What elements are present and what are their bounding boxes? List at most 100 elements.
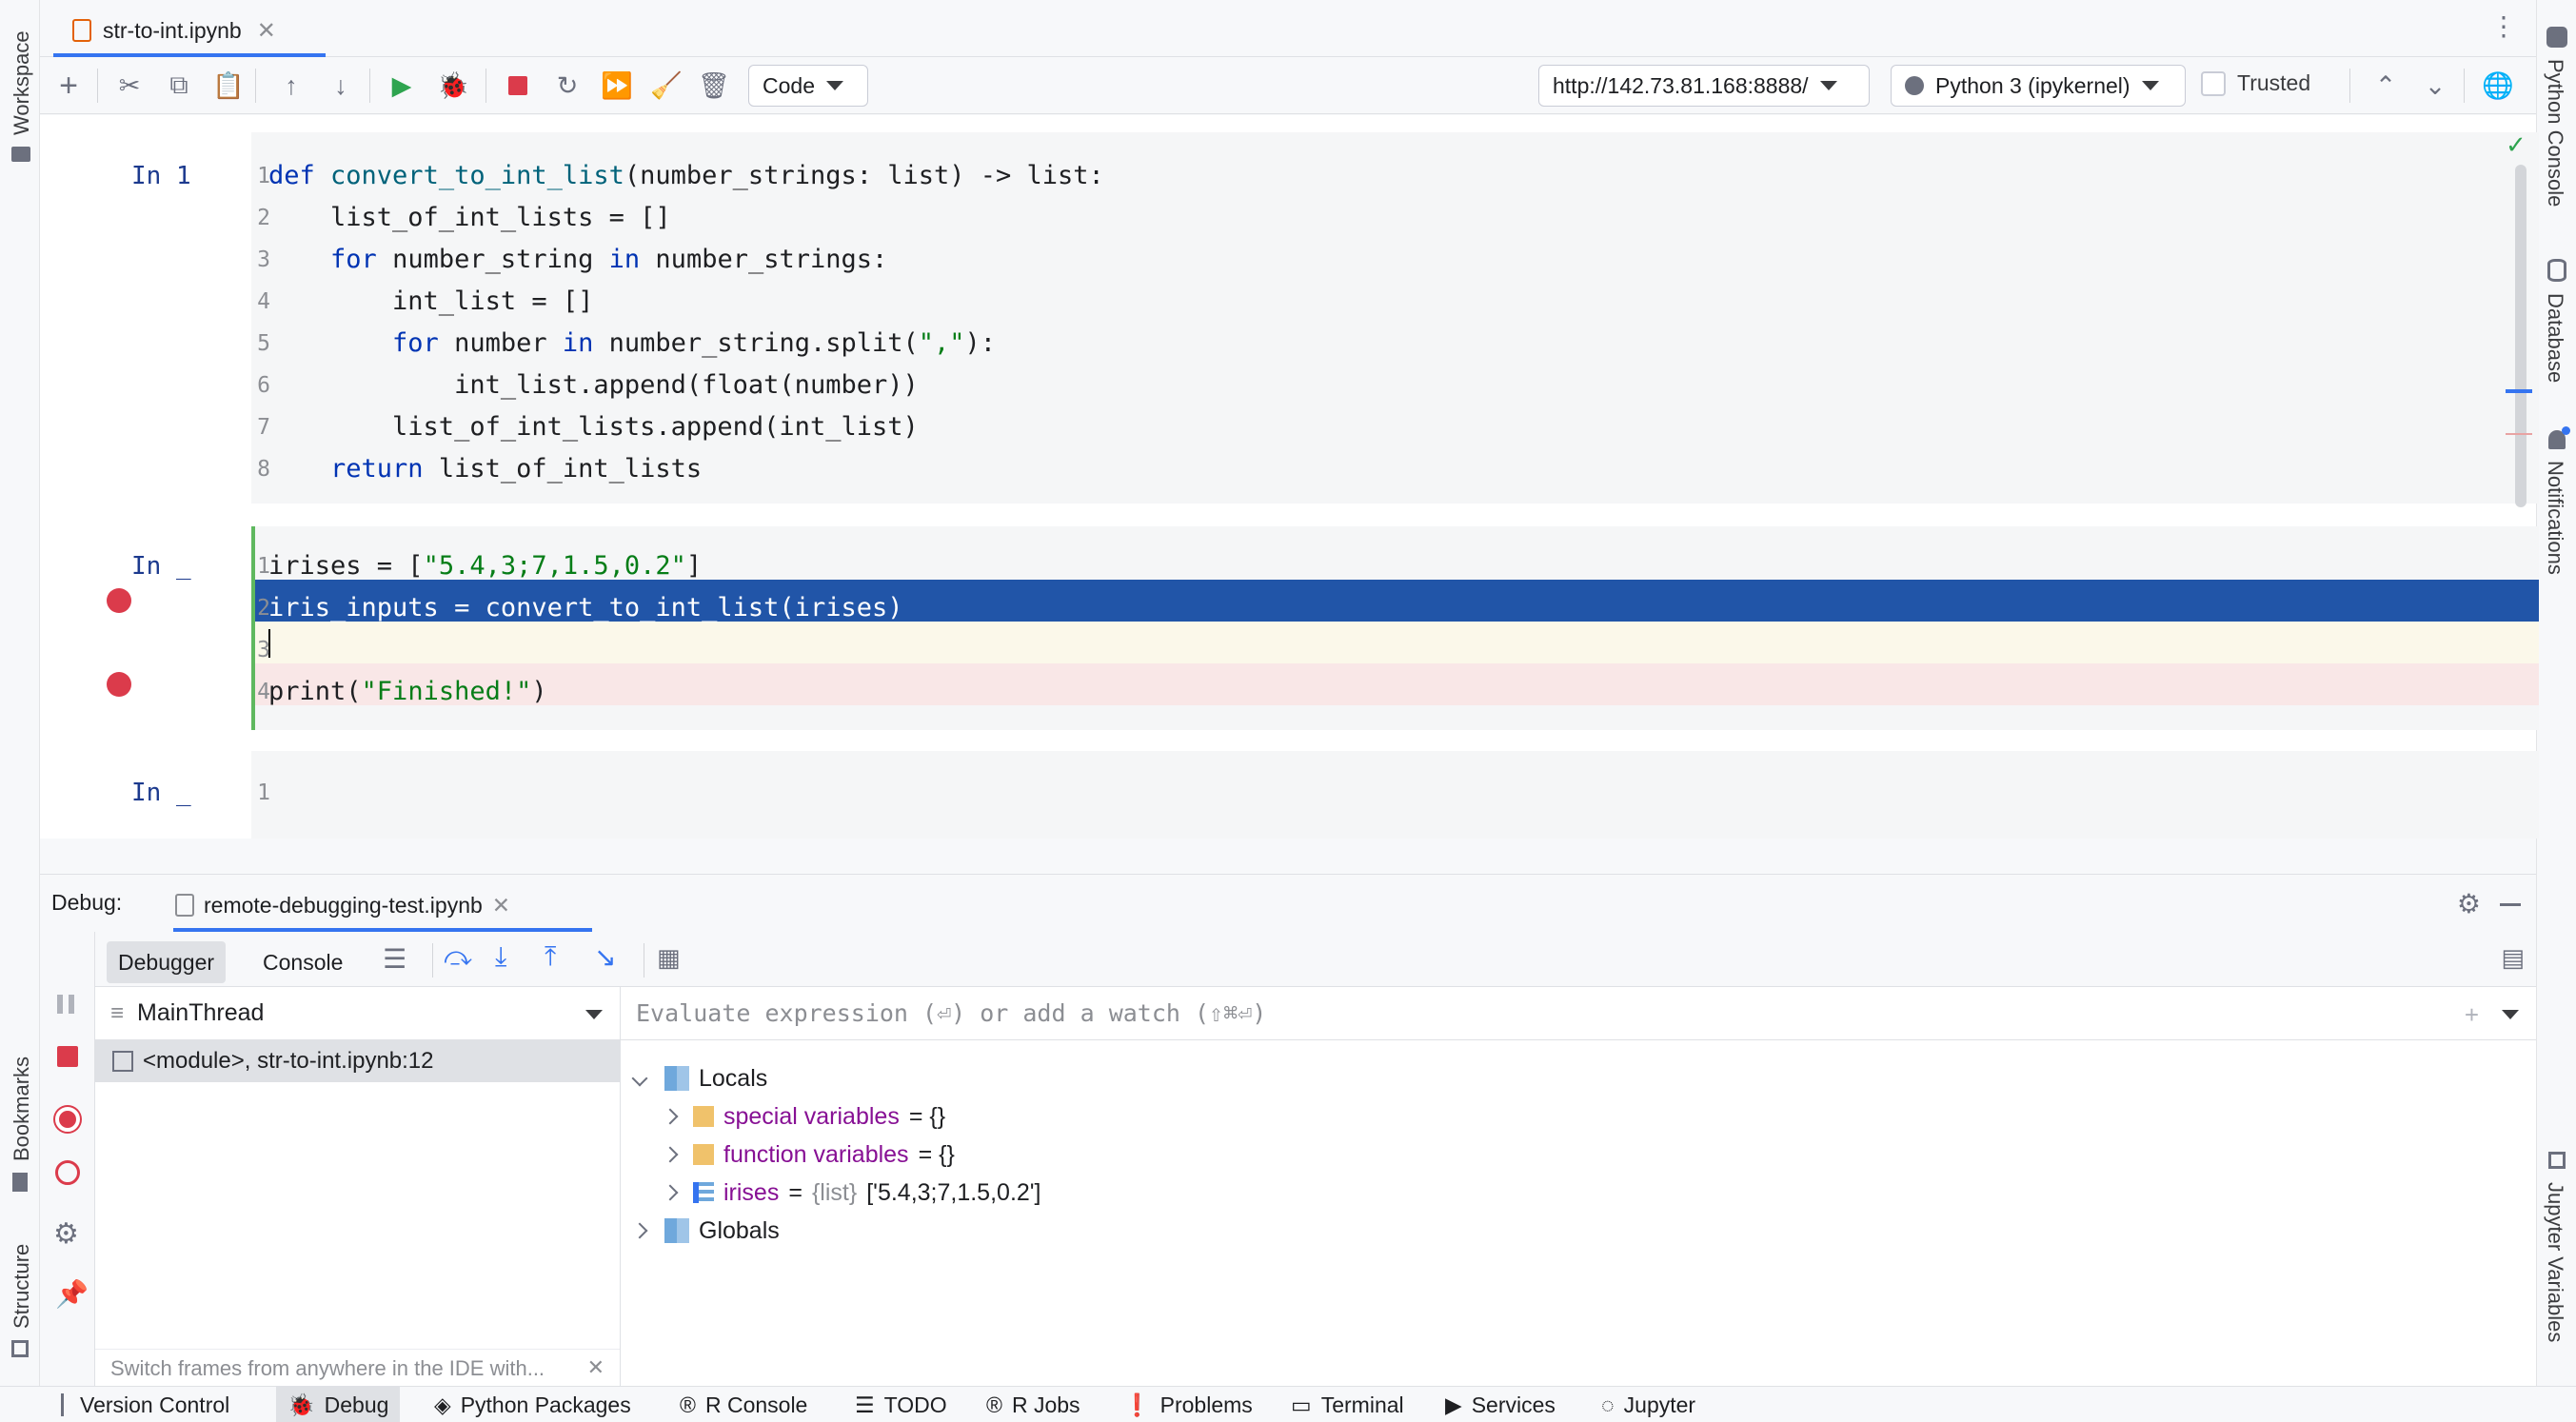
evaluate-expression-input[interactable]: Evaluate expression (⏎) or add a watch (… xyxy=(621,987,2536,1040)
run-all-icon[interactable]: ⏩ xyxy=(598,67,636,105)
debug-cell-icon[interactable]: 🐞 xyxy=(434,67,472,105)
kernel-value: Python 3 (ipykernel) xyxy=(1935,72,2130,98)
variable-row[interactable]: irises = {list} ['5.4,3;7,1.5,0.2'] xyxy=(662,1174,1041,1212)
clear-outputs-icon[interactable]: 🧹 xyxy=(647,67,685,105)
services-button[interactable]: ▶ Services xyxy=(1434,1387,1567,1422)
editor-scrollbar[interactable] xyxy=(2515,165,2526,507)
line-number: 7 xyxy=(257,415,270,440)
tab-debugger[interactable]: Debugger xyxy=(107,941,227,983)
notifications-tool-button[interactable]: Notifications xyxy=(2543,461,2567,575)
chevron-down-icon[interactable] xyxy=(631,1070,648,1087)
code-line[interactable]: list_of_int_lists = [] xyxy=(268,197,671,239)
python-console-tool-button[interactable]: Python Console xyxy=(2543,59,2567,207)
code-token: number xyxy=(438,328,563,358)
code-line[interactable]: print("Finished!") xyxy=(268,671,547,713)
tab-console[interactable]: Console xyxy=(251,941,354,983)
code-line[interactable]: def convert_to_int_list(number_strings: … xyxy=(268,155,1104,197)
r-console-button[interactable]: ® R Console xyxy=(668,1387,819,1422)
trusted-label: Trusted xyxy=(2237,70,2311,95)
step-into-icon[interactable]: ⤓ xyxy=(495,941,506,973)
layout-icon[interactable]: ▤ xyxy=(2501,943,2525,973)
locals-node[interactable]: Locals xyxy=(631,1059,767,1097)
paste-icon[interactable]: 📋 xyxy=(209,67,248,105)
cut-icon[interactable]: ✂ xyxy=(110,67,149,105)
bookmarks-tool-button[interactable]: Bookmarks xyxy=(10,1057,34,1161)
terminal-button[interactable]: ▭ Terminal xyxy=(1279,1387,1416,1422)
chevron-right-icon[interactable] xyxy=(662,1108,679,1125)
editor-tab[interactable]: str-to-int.ipynb ✕ xyxy=(53,8,326,57)
restart-kernel-icon[interactable]: ↻ xyxy=(548,67,586,105)
code-line[interactable]: for number in number_string.split(","): xyxy=(268,323,996,365)
move-cell-down-icon[interactable]: ↓ xyxy=(322,67,360,105)
chevron-down-icon[interactable]: ⌄ xyxy=(2416,67,2454,105)
code-line[interactable]: list_of_int_lists.append(int_list) xyxy=(268,406,919,448)
variable-row[interactable]: special variables = {} xyxy=(662,1097,945,1136)
minimize-icon[interactable] xyxy=(2500,903,2521,906)
delete-cell-icon[interactable]: 🗑 xyxy=(695,67,733,105)
move-cell-up-icon[interactable]: ↑ xyxy=(272,67,310,105)
step-over-icon[interactable]: ⤼ xyxy=(444,941,472,973)
stop-kernel-icon[interactable] xyxy=(499,67,537,105)
variables-group-icon xyxy=(693,1106,714,1127)
code-cell-3[interactable] xyxy=(251,751,2539,839)
thread-select[interactable]: ≡ MainThread xyxy=(95,987,620,1040)
settings-icon[interactable]: ⚙ xyxy=(53,1217,79,1251)
step-out-icon[interactable]: ⤒ xyxy=(545,941,556,973)
close-icon[interactable]: ✕ xyxy=(257,17,276,45)
code-line[interactable]: int_list.append(float(number)) xyxy=(268,365,919,406)
trusted-checkbox[interactable]: Trusted xyxy=(2201,70,2310,96)
todo-button[interactable]: ☰ TODO xyxy=(843,1387,959,1422)
debug-button[interactable]: 🐞 Debug xyxy=(276,1387,401,1422)
add-cell-icon[interactable]: + xyxy=(50,67,88,105)
chevron-right-icon[interactable] xyxy=(631,1222,648,1239)
stop-icon[interactable] xyxy=(57,1046,78,1067)
python-packages-button[interactable]: ◈ Python Packages xyxy=(423,1387,643,1422)
notebook-file-icon xyxy=(175,894,194,917)
cell-type-select[interactable]: Code xyxy=(748,65,868,107)
code-line[interactable]: iris_inputs = convert_to_int_list(irises… xyxy=(268,587,902,629)
chevron-right-icon[interactable] xyxy=(662,1184,679,1201)
database-tool-button[interactable]: Database xyxy=(2543,293,2567,383)
code-line[interactable]: int_list = [] xyxy=(268,281,593,323)
server-url-select[interactable]: http://142.73.81.168:8888/ xyxy=(1538,65,1870,107)
view-breakpoints-icon[interactable] xyxy=(55,1107,80,1132)
mute-breakpoints-icon[interactable] xyxy=(55,1160,80,1185)
structure-tool-button[interactable]: Structure xyxy=(10,1244,34,1329)
breakpoint-icon[interactable] xyxy=(107,588,131,613)
more-options-icon[interactable]: ⋮ xyxy=(2490,13,2517,40)
pin-icon[interactable]: 📌 xyxy=(55,1278,89,1310)
add-watch-icon[interactable]: + xyxy=(2465,1000,2479,1030)
debug-session-tab[interactable]: remote-debugging-test.ipynb ✕ xyxy=(173,882,592,932)
menu-icon[interactable]: ☰ xyxy=(383,943,406,975)
code-line[interactable]: irises = ["5.4,3;7,1.5,0.2"] xyxy=(268,545,702,587)
run-cell-icon[interactable]: ▶ xyxy=(383,67,421,105)
close-icon[interactable]: ✕ xyxy=(587,1355,604,1380)
jupyter-button[interactable]: ◌ Jupyter xyxy=(1590,1387,1707,1422)
r-jobs-button[interactable]: ® R Jobs xyxy=(975,1387,1092,1422)
breakpoint-icon[interactable] xyxy=(107,672,131,697)
globe-icon[interactable]: 🌐 xyxy=(2479,67,2517,105)
workspace-tool-button[interactable]: Workspace xyxy=(10,30,34,135)
code-line[interactable]: return list_of_int_lists xyxy=(268,448,702,490)
checkbox-box[interactable] xyxy=(2201,70,2226,96)
code-token: iris_inputs = convert_to_int_list(irises… xyxy=(268,593,903,622)
code-line[interactable]: for number_string in number_strings: xyxy=(268,239,887,281)
stack-frame-row[interactable]: <module>, str-to-int.ipynb:12 xyxy=(95,1040,620,1082)
chevron-up-icon[interactable]: ⌃ xyxy=(2367,67,2405,105)
debug-side-actions: ⚙ 📌 xyxy=(40,932,95,1387)
variable-row[interactable]: function variables = {} xyxy=(662,1136,955,1174)
close-icon[interactable]: ✕ xyxy=(492,893,510,918)
database-icon xyxy=(2547,259,2566,282)
jupyter-variables-tool-button[interactable]: Jupyter Variables xyxy=(2543,1182,2567,1342)
gear-icon[interactable]: ⚙ xyxy=(2457,888,2481,919)
problems-button[interactable]: ❗ Problems xyxy=(1112,1387,1264,1422)
evaluate-table-icon[interactable]: ▦ xyxy=(657,943,681,973)
run-to-cursor-icon[interactable]: ↘ xyxy=(594,941,616,973)
copy-icon[interactable]: ⧉ xyxy=(160,67,198,105)
version-control-button[interactable]: Version Control xyxy=(50,1387,241,1422)
kernel-select[interactable]: Python 3 (ipykernel) xyxy=(1891,65,2186,107)
chevron-down-icon[interactable] xyxy=(2502,1010,2519,1019)
chevron-right-icon[interactable] xyxy=(662,1146,679,1163)
pause-icon[interactable] xyxy=(69,995,74,1014)
globals-node[interactable]: Globals xyxy=(631,1212,780,1250)
